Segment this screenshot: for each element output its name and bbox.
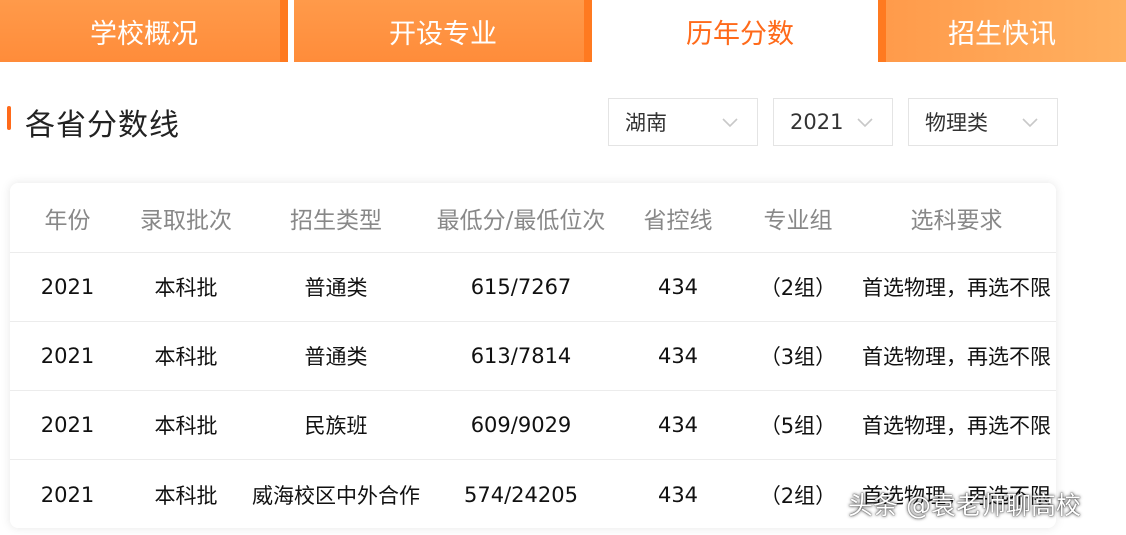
cell-min-score-rank: 609/9029	[470, 413, 572, 437]
cell-control-line: 434	[657, 344, 699, 368]
header-batch: 录取批次	[140, 207, 232, 234]
cell-control-line: 434	[657, 482, 699, 507]
cell-year: 2021	[40, 275, 95, 299]
table-row: 2021 本科批 普通类 613/7814 434 （3组） 首选物理，再选不限	[10, 322, 1056, 391]
header-min-score-rank: 最低分/最低位次	[436, 207, 606, 234]
tab-school-overview[interactable]: 学校概况	[0, 0, 288, 62]
cell-control-line: 434	[657, 413, 699, 437]
cell-major-group: （3组）	[759, 345, 837, 369]
tab-historical-scores[interactable]: 历年分数	[602, 0, 878, 62]
cell-subject-req: 首选物理，再选不限	[862, 345, 1051, 369]
cell-major-group: （2组）	[759, 483, 837, 508]
chevron-down-icon	[722, 118, 738, 128]
cell-control-line: 434	[657, 275, 699, 299]
watermark: 头条 @袁老师聊高校	[848, 491, 1081, 520]
subject-type-value: 物理类	[925, 111, 988, 135]
tab-label: 开设专业	[389, 18, 497, 50]
section-title: 各省分数线	[25, 108, 180, 143]
cell-enroll-type: 民族班	[304, 414, 368, 438]
cell-min-score-rank: 613/7814	[470, 344, 572, 368]
table-row: 2021 本科批 民族班 609/9029 434 （5组） 首选物理，再选不限	[10, 391, 1056, 460]
cell-min-score-rank: 615/7267	[470, 275, 572, 299]
header-enroll-type: 招生类型	[290, 207, 382, 234]
score-table: 年份 录取批次 招生类型 最低分/最低位次 省控线 专业组 选科要求 2021 …	[10, 183, 1056, 528]
table-row: 2021 本科批 普通类 615/7267 434 （2组） 首选物理，再选不限	[10, 253, 1056, 322]
tab-edge	[584, 0, 592, 62]
cell-subject-req: 首选物理，再选不限	[862, 276, 1051, 300]
year-select[interactable]: 2021	[773, 98, 893, 146]
cell-major-group: （5组）	[759, 414, 837, 438]
section-accent-bar	[7, 106, 11, 130]
header-control-line: 省控线	[643, 207, 713, 234]
cell-batch: 本科批	[154, 414, 218, 438]
header-subject-req: 选科要求	[910, 207, 1003, 234]
cell-year: 2021	[40, 344, 95, 368]
tab-admission-news[interactable]: 招生快讯	[878, 0, 1126, 62]
tab-edge	[280, 0, 288, 62]
year-value: 2021	[790, 110, 844, 134]
subject-type-select[interactable]: 物理类	[908, 98, 1058, 146]
cell-batch: 本科批	[154, 276, 218, 300]
cell-enroll-type: 威海校区中外合作	[252, 483, 420, 508]
province-value: 湖南	[625, 111, 667, 135]
cell-major-group: （2组）	[759, 276, 837, 300]
tab-bar: 学校概况 开设专业 历年分数 招生快讯	[0, 0, 1126, 62]
tab-label: 学校概况	[90, 18, 198, 50]
cell-batch: 本科批	[154, 483, 218, 508]
cell-year: 2021	[40, 482, 95, 507]
cell-batch: 本科批	[154, 345, 218, 369]
chevron-down-icon	[857, 118, 873, 128]
header-major-group: 专业组	[763, 207, 833, 234]
table-header-row: 年份 录取批次 招生类型 最低分/最低位次 省控线 专业组 选科要求	[10, 183, 1056, 253]
cell-subject-req: 首选物理，再选不限	[862, 414, 1051, 438]
cell-enroll-type: 普通类	[304, 345, 368, 369]
cell-year: 2021	[40, 413, 95, 437]
tab-label: 历年分数	[686, 18, 794, 50]
tab-majors[interactable]: 开设专业	[294, 0, 592, 62]
province-select[interactable]: 湖南	[608, 98, 758, 146]
tab-label: 招生快讯	[948, 18, 1056, 50]
tab-edge	[878, 0, 886, 62]
cell-enroll-type: 普通类	[304, 276, 368, 300]
cell-min-score-rank: 574/24205	[464, 482, 578, 507]
header-year: 年份	[44, 207, 91, 234]
chevron-down-icon	[1022, 118, 1038, 128]
